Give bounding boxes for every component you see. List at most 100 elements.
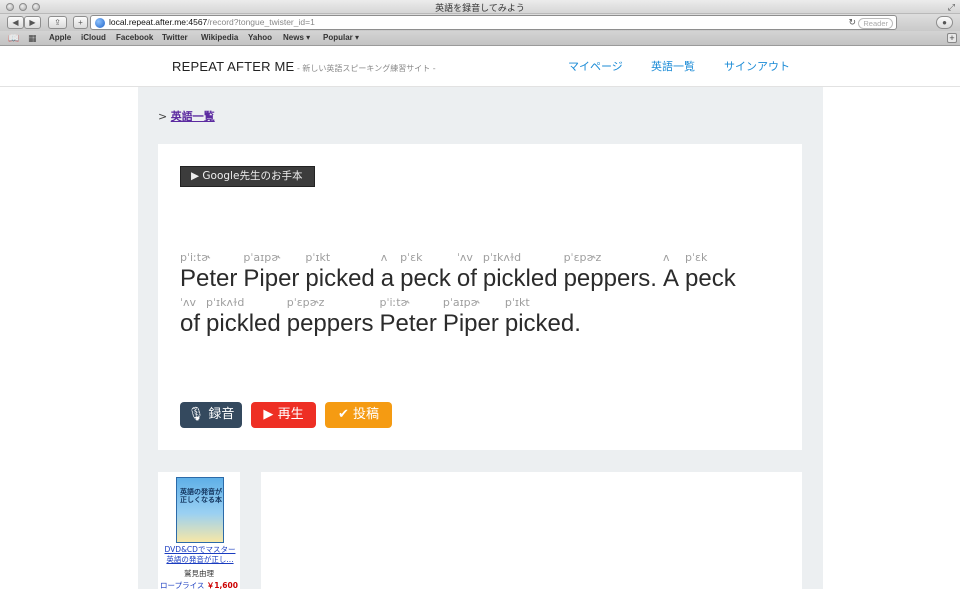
ipa-annotation: pˈɪkʌɫd <box>482 251 522 264</box>
ipa-annotation: ˈʌv <box>456 251 473 264</box>
web-page: REPEAT AFTER ME - 新しい英語スピーキング練習サイト - マイペ… <box>0 47 960 589</box>
word-text: peck <box>685 265 736 292</box>
ipa-annotation: pˈiːtɚ <box>180 251 211 264</box>
play-label: 再生 <box>277 407 304 422</box>
word-text: of <box>180 310 201 337</box>
bookmark-facebook[interactable]: Facebook <box>116 33 153 42</box>
ad-price: ロープライス ￥1,600 <box>158 580 240 589</box>
sentence-word: ˈʌv of <box>180 296 201 338</box>
sentence-word: pˈɪkʌɫd pickled <box>206 296 281 338</box>
reading-list-icon[interactable]: 📖 <box>8 33 19 44</box>
bookmark-twitter[interactable]: Twitter <box>162 33 188 42</box>
ipa-annotation: pˈɛk <box>685 251 708 264</box>
sentence-word: pˈaɪpɚ Piper <box>243 251 300 293</box>
bookmark-icloud[interactable]: iCloud <box>81 33 106 42</box>
ipa-annotation: pˈɪkʌɫd <box>206 296 245 309</box>
sentence-line-1: pˈiːtɚ Peter pˈaɪpɚ Piper pˈɪkt picked ʌ a pˈɛk p… <box>180 251 742 293</box>
microphone-icon: 🎙 <box>187 407 205 422</box>
url-text[interactable]: local.repeat.after.me:4567/record?tongue… <box>109 17 315 27</box>
submissions-panel <box>261 472 802 589</box>
play-icon: ▶ <box>263 407 274 422</box>
sentence-word: ʌA <box>662 251 679 293</box>
downloads-icon[interactable]: ● <box>936 16 953 29</box>
tongue-twister-card: ▶ Google先生のお手本 pˈiːtɚ Peter pˈaɪpɚ Piper pˈɪ… <box>158 144 802 450</box>
new-tab-button[interactable]: + <box>947 33 957 43</box>
ad-price-label[interactable]: ロープライス <box>160 581 204 589</box>
play-button[interactable]: ▶ 再生 <box>251 402 316 428</box>
word-text: pickled <box>482 265 558 292</box>
back-button[interactable]: ◀ <box>7 16 24 29</box>
check-icon: ✔ <box>337 407 349 422</box>
word-text: peck <box>400 265 451 292</box>
nav-english-list[interactable]: 英語一覧 <box>651 58 695 74</box>
sentence-word: ˈʌv of <box>456 251 477 293</box>
ipa-annotation: pˈiːtɚ <box>379 296 410 309</box>
ipa-annotation: pˈaɪpɚ <box>442 296 480 309</box>
bookmark-apple[interactable]: Apple <box>49 33 71 42</box>
book-cover-title: 英語の発音が正しくなる本 <box>180 488 222 504</box>
add-bookmark-button[interactable]: + <box>73 16 88 29</box>
site-logo[interactable]: REPEAT AFTER ME <box>172 59 294 74</box>
word-text: picked <box>305 265 375 292</box>
sentence-word: pˈɪkt picked. <box>504 296 581 338</box>
word-text: peppers <box>286 310 374 337</box>
ipa-annotation: ʌ <box>662 251 670 264</box>
bookmark-yahoo[interactable]: Yahoo <box>248 33 272 42</box>
sentence-word: pˈɛpɚz peppers <box>286 296 374 338</box>
bookmark-popular[interactable]: Popular ▾ <box>323 33 359 42</box>
breadcrumb-link-english-list[interactable]: 英語一覧 <box>171 110 215 123</box>
ipa-annotation: pˈɛpɚz <box>563 251 602 264</box>
share-icon[interactable]: ⇪ <box>48 16 67 29</box>
word-text: a <box>380 265 395 292</box>
site-header: REPEAT AFTER ME - 新しい英語スピーキング練習サイト - マイペ… <box>0 47 960 87</box>
site-tagline: - 新しい英語スピーキング練習サイト - <box>297 64 436 73</box>
reload-icon[interactable]: ↻ <box>848 17 856 28</box>
ad-price-value: ￥1,600 <box>206 581 238 589</box>
top-sites-icon[interactable]: ▦ <box>28 33 37 44</box>
ipa-annotation: ˈʌv <box>180 296 197 309</box>
sentence-word: pˈɪkʌɫd pickled <box>482 251 558 293</box>
sentence-word: pˈaɪpɚ Piper <box>443 296 499 338</box>
google-sample-button[interactable]: ▶ Google先生のお手本 <box>180 166 315 187</box>
reader-button[interactable]: Reader <box>858 18 893 29</box>
browser-toolbar: ◀ ▶ ⇪ + local.repeat.after.me:4567/recor… <box>0 14 960 31</box>
sentence-word: pˈɛk peck <box>400 251 451 293</box>
window-titlebar: 英語を録音してみよう ⤢ <box>0 0 960 14</box>
nav-my-page[interactable]: マイページ <box>568 58 623 74</box>
bookmark-wikipedia[interactable]: Wikipedia <box>201 33 238 42</box>
sentence-word: pˈɪkt picked <box>305 251 375 293</box>
word-text: peppers. <box>563 265 657 292</box>
word-text: of <box>456 265 477 292</box>
bookmark-news[interactable]: News ▾ <box>283 33 310 42</box>
amazon-ad: 英語の発音が正しくなる本 DVD&CDでマスター 英語の発音が正し... 鷲見由… <box>158 472 240 589</box>
ipa-annotation: pˈaɪpɚ <box>243 251 281 264</box>
breadcrumb-prefix: > <box>158 110 168 123</box>
post-label: 投稿 <box>353 407 380 422</box>
sentence-word: pˈɛpɚz peppers. <box>563 251 657 293</box>
sentence-word: ʌa <box>380 251 395 293</box>
ad-book-link[interactable]: DVD&CDでマスター 英語の発音が正し... <box>162 545 238 565</box>
address-bar[interactable]: local.repeat.after.me:4567/record?tongue… <box>90 15 897 30</box>
word-text: Peter <box>379 310 437 337</box>
record-button[interactable]: 🎙 録音 <box>180 402 242 428</box>
nav-sign-out[interactable]: サインアウト <box>724 58 790 74</box>
post-button[interactable]: ✔ 投稿 <box>325 402 392 428</box>
ipa-annotation: ʌ <box>380 251 388 264</box>
sentence-word: pˈiːtɚ Peter <box>180 251 237 293</box>
ipa-annotation: pˈɪkt <box>305 251 331 264</box>
word-text: pickled <box>206 310 281 337</box>
book-cover-image[interactable]: 英語の発音が正しくなる本 <box>176 477 224 543</box>
window-title: 英語を録音してみよう <box>435 4 525 14</box>
fullscreen-icon[interactable]: ⤢ <box>948 2 955 13</box>
word-text: A <box>662 265 679 292</box>
word-text: picked. <box>504 310 581 337</box>
url-path: /record?tongue_twister_id=1 <box>207 17 315 27</box>
word-text: Piper <box>243 265 300 292</box>
sentence-word: pˈiːtɚ Peter <box>379 296 437 338</box>
ipa-annotation: pˈɪkt <box>504 296 530 309</box>
ipa-annotation: pˈɛpɚz <box>286 296 325 309</box>
forward-button[interactable]: ▶ <box>24 16 41 29</box>
sentence-word: pˈɛk peck <box>685 251 736 293</box>
sentence-line-2: ˈʌv of pˈɪkʌɫd pickled pˈɛpɚz peppers pˈiːtɚ Pe… <box>180 296 587 338</box>
ad-author: 鷲見由理 <box>184 569 214 578</box>
